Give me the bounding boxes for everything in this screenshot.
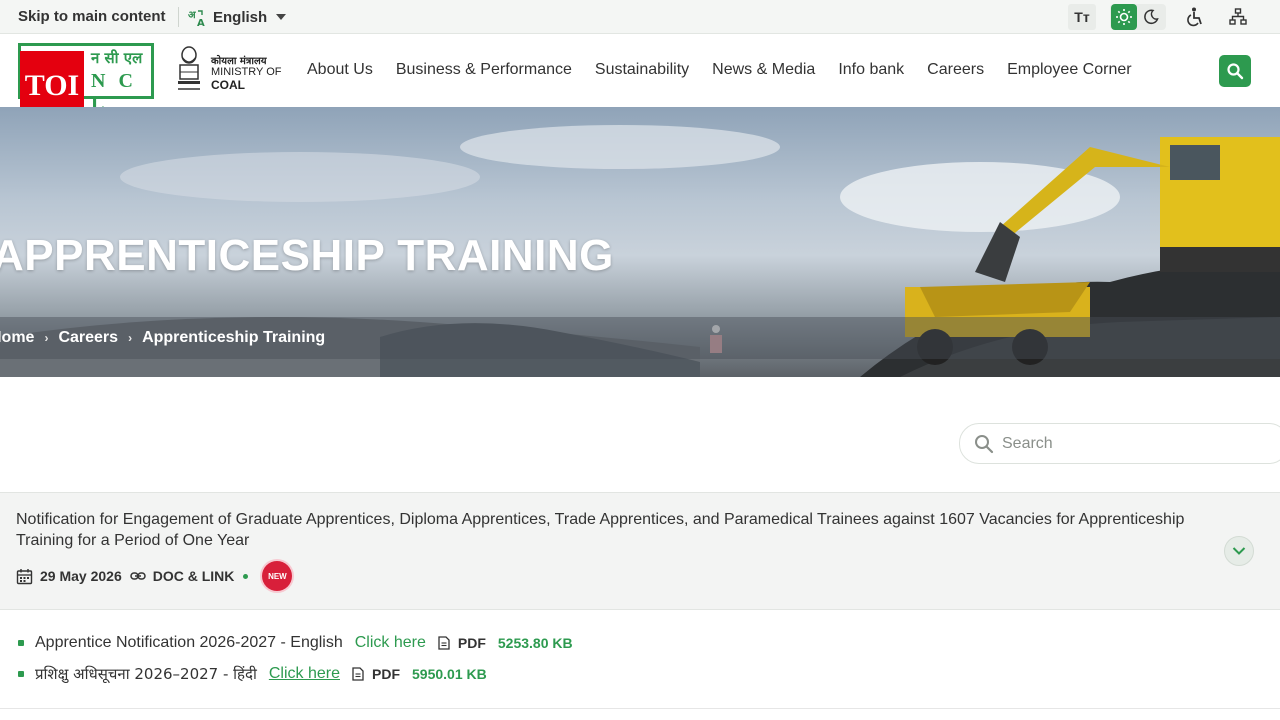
search-icon (975, 435, 994, 454)
accessibility-icon (1187, 7, 1202, 27)
accessibility-button[interactable] (1182, 4, 1208, 30)
document-download-link[interactable]: Click here (355, 634, 426, 652)
nav-news-media[interactable]: News & Media (712, 61, 815, 81)
notification-title: Notification for Engagement of Graduate … (16, 511, 1185, 549)
sitemap-button[interactable] (1225, 4, 1251, 30)
main-nav: About Us Business & Performance Sustaina… (307, 61, 1155, 81)
breadcrumb-home[interactable]: Home (0, 329, 34, 347)
breadcrumb-careers[interactable]: Careers (58, 329, 118, 347)
chevron-right-icon: › (44, 331, 49, 345)
hero-banner: APPRENTICESHIP TRAINING Home › Careers ›… (0, 107, 1280, 377)
list-item: Apprentice Notification 2026-2027 - Engl… (18, 632, 573, 654)
language-selector[interactable]: अA English (187, 6, 287, 28)
file-size: 5950.01 KB (412, 666, 487, 682)
file-icon (352, 667, 364, 681)
list-item: प्रशिक्षु अधिसूचना 2026–2027 - हिंदी Cli… (18, 663, 573, 685)
logo-hindi-text: न सी एल (91, 49, 143, 67)
ministry-hindi-text: कोयला मंत्रालय (211, 56, 267, 67)
nav-employee-corner[interactable]: Employee Corner (1007, 61, 1132, 81)
breadcrumb: Home › Careers › Apprenticeship Training (0, 329, 325, 347)
nav-about-us[interactable]: About Us (307, 61, 373, 81)
page-title: APPRENTICESHIP TRAINING (0, 231, 614, 280)
header-search-button[interactable] (1219, 55, 1251, 87)
moon-icon (1144, 9, 1159, 25)
file-type: PDF (372, 666, 400, 682)
nav-careers[interactable]: Careers (927, 61, 984, 81)
chevron-down-icon (1232, 547, 1246, 555)
notification-type: DOC & LINK (152, 568, 235, 584)
document-download-link[interactable]: Click here (269, 665, 340, 683)
file-icon (438, 636, 450, 650)
light-mode-button[interactable] (1111, 4, 1137, 30)
notification-date: 29 May 2026 (40, 568, 122, 584)
ministry-line-2: COAL (211, 78, 245, 92)
document-name: प्रशिक्षु अधिसूचना 2026–2027 - हिंदी (35, 665, 257, 683)
new-badge: NEW (262, 561, 293, 591)
sitemap-icon (1229, 8, 1247, 25)
expand-toggle-button[interactable] (1224, 536, 1254, 566)
search-icon (1227, 63, 1244, 80)
skip-to-content-link[interactable]: Skip to main content (18, 8, 166, 25)
chevron-down-icon (276, 14, 287, 20)
sun-icon (1116, 9, 1132, 25)
national-emblem-icon (178, 46, 200, 90)
svg-text:A: A (197, 18, 205, 27)
document-name: Apprentice Notification 2026-2027 - Engl… (35, 634, 343, 651)
chevron-right-icon: › (128, 331, 133, 345)
link-icon (129, 572, 146, 580)
svg-text:अ: अ (188, 10, 197, 21)
language-label: English (213, 8, 268, 26)
theme-toggle (1110, 4, 1166, 30)
utility-bar: Skip to main content अA English Tт (0, 0, 1280, 34)
dark-mode-button[interactable] (1137, 4, 1165, 30)
file-size: 5253.80 KB (497, 635, 573, 651)
nav-sustainability[interactable]: Sustainability (595, 61, 689, 81)
text-size-button[interactable]: Tт (1068, 4, 1096, 30)
calendar-icon (16, 568, 33, 584)
content-search (959, 423, 1280, 464)
list-bullet (18, 671, 24, 677)
document-list: Apprentice Notification 2026-2027 - Engl… (18, 632, 573, 694)
nav-info-bank[interactable]: Info bank (838, 61, 904, 81)
site-header: न सी एल N C L कोयला मंत्रालय MINISTRY OF… (0, 35, 1280, 115)
translate-icon: अA (187, 7, 207, 27)
search-input[interactable] (1002, 432, 1262, 456)
nav-business-performance[interactable]: Business & Performance (396, 61, 572, 81)
breadcrumb-current: Apprenticeship Training (142, 329, 326, 346)
ministry-of-coal-logo[interactable]: कोयला मंत्रालय MINISTRY OF COAL (172, 45, 282, 97)
list-bullet (18, 640, 24, 646)
notification-accordion-header[interactable]: Notification for Engagement of Graduate … (0, 492, 1280, 610)
notification-meta: 29 May 2026 DOC & LINK NEW (16, 560, 293, 592)
divider (178, 7, 179, 27)
separator-dot (243, 573, 249, 579)
file-type: PDF (457, 635, 486, 651)
ministry-line-1: MINISTRY OF (211, 66, 282, 78)
divider (0, 708, 1280, 709)
